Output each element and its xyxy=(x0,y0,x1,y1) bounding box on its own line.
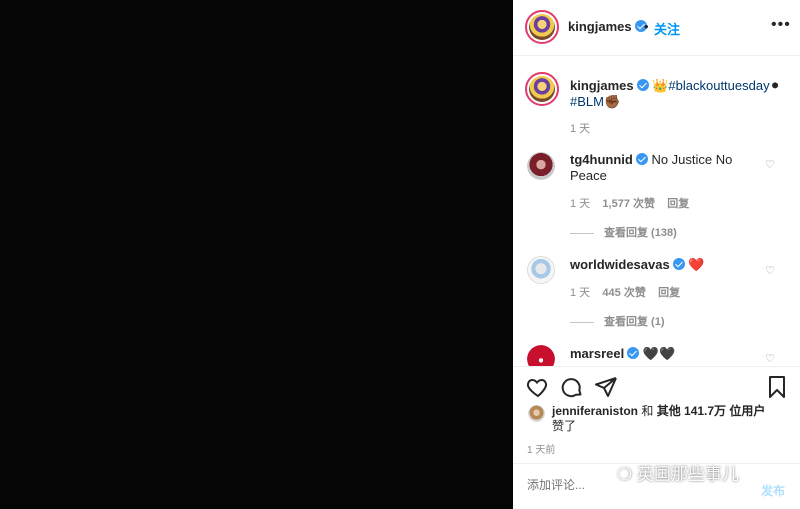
comment-meta: 1 天 1,577 次赞 回复 xyxy=(570,195,689,211)
comment-text: worldwidesavas ❤️ xyxy=(570,257,760,273)
comment-like-count[interactable]: 445 次赞 xyxy=(602,287,645,299)
follow-button[interactable]: 关注 xyxy=(654,19,680,38)
comment-body: 🖤🖤 xyxy=(642,346,676,361)
action-bar xyxy=(513,366,800,402)
comment-clip: marsreel 🖤🖤 ♡ xyxy=(513,340,800,366)
watermark-label: 英国那些事儿 xyxy=(636,465,739,484)
caption-text: kingjames 👑#blackouttuesday⚫ #BLM✊🏾 xyxy=(570,78,785,110)
replies-divider xyxy=(570,321,594,323)
comment-like-heart-icon[interactable]: ♡ xyxy=(765,352,775,365)
comment-avatar[interactable] xyxy=(527,345,555,366)
reply-button[interactable]: 回复 xyxy=(658,287,680,299)
post-media-black-image[interactable] xyxy=(0,0,513,509)
view-replies-label: 查看回复 (138) xyxy=(604,227,677,239)
raised-fist-emoji: ✊🏾 xyxy=(603,94,621,109)
post-side-panel: kingjames • 关注 ••• kingjames 👑#blackoutt… xyxy=(513,0,800,509)
comment-like-count[interactable]: 1,577 次赞 xyxy=(602,198,655,210)
comment-like-heart-icon[interactable]: ♡ xyxy=(765,158,775,171)
likes-suffix: 赞了 xyxy=(552,419,577,433)
caption-avatar[interactable] xyxy=(525,72,559,106)
comment-text: marsreel 🖤🖤 xyxy=(570,346,760,362)
likes-summary: jenniferaniston 和 其他 141.7万 位用户 赞了 xyxy=(552,404,800,434)
bookmark-icon[interactable] xyxy=(765,375,789,399)
likes-others-link[interactable]: 其他 141.7万 位用户 xyxy=(657,404,766,418)
post-comment-button[interactable]: 发布 xyxy=(761,482,785,499)
comment-username[interactable]: worldwidesavas xyxy=(570,257,670,272)
hashtag-blackouttuesday[interactable]: #blackouttuesday xyxy=(668,78,769,93)
comment-username[interactable]: tg4hunnid xyxy=(570,152,633,167)
verified-badge-icon xyxy=(627,347,640,359)
watermark-text: ❍ 英国那些事儿 xyxy=(617,460,739,485)
comment-avatar[interactable] xyxy=(527,152,555,180)
liker-avatar[interactable] xyxy=(528,405,545,422)
comment-avatar[interactable] xyxy=(527,256,555,284)
verified-badge-icon xyxy=(636,79,649,91)
liker-username[interactable]: jenniferaniston xyxy=(552,404,638,418)
caption-username[interactable]: kingjames xyxy=(570,78,634,93)
post-time[interactable]: 1 天前 xyxy=(527,441,555,456)
post-header: kingjames • 关注 ••• xyxy=(513,0,800,56)
comment-icon[interactable] xyxy=(560,375,584,399)
view-replies-button[interactable]: 查看回复 (138) xyxy=(570,224,677,240)
likes-joiner: 和 xyxy=(638,404,657,418)
more-options-icon[interactable]: ••• xyxy=(771,16,791,34)
comment-meta: 1 天 445 次赞 回复 xyxy=(570,284,680,300)
wechat-icon: ❍ xyxy=(617,465,633,484)
comment-like-heart-icon[interactable]: ♡ xyxy=(765,264,775,277)
comment-username[interactable]: marsreel xyxy=(570,346,624,361)
caption-time[interactable]: 1 天 xyxy=(570,120,590,136)
author-username[interactable]: kingjames xyxy=(568,19,632,34)
reply-button[interactable]: 回复 xyxy=(667,198,689,210)
view-replies-button[interactable]: 查看回复 (1) xyxy=(570,313,665,329)
heart-icon[interactable] xyxy=(526,375,550,399)
author-username-row: kingjames xyxy=(568,19,647,34)
author-avatar[interactable] xyxy=(525,10,559,44)
replies-divider xyxy=(570,232,594,234)
black-circle-emoji: ⚫ xyxy=(769,78,781,93)
share-icon[interactable] xyxy=(594,375,618,399)
crown-emoji: 👑 xyxy=(652,78,669,93)
separator-dot: • xyxy=(644,19,649,34)
comment-time[interactable]: 1 天 xyxy=(570,287,590,299)
view-replies-label: 查看回复 (1) xyxy=(604,316,665,328)
verified-badge-icon xyxy=(672,258,685,270)
comment-text: tg4hunnid No Justice No Peace xyxy=(570,152,760,184)
hashtag-blm[interactable]: #BLM xyxy=(570,94,604,109)
comment-body: ❤️ xyxy=(688,257,705,272)
verified-badge-icon xyxy=(635,153,648,165)
comment-time[interactable]: 1 天 xyxy=(570,198,590,210)
